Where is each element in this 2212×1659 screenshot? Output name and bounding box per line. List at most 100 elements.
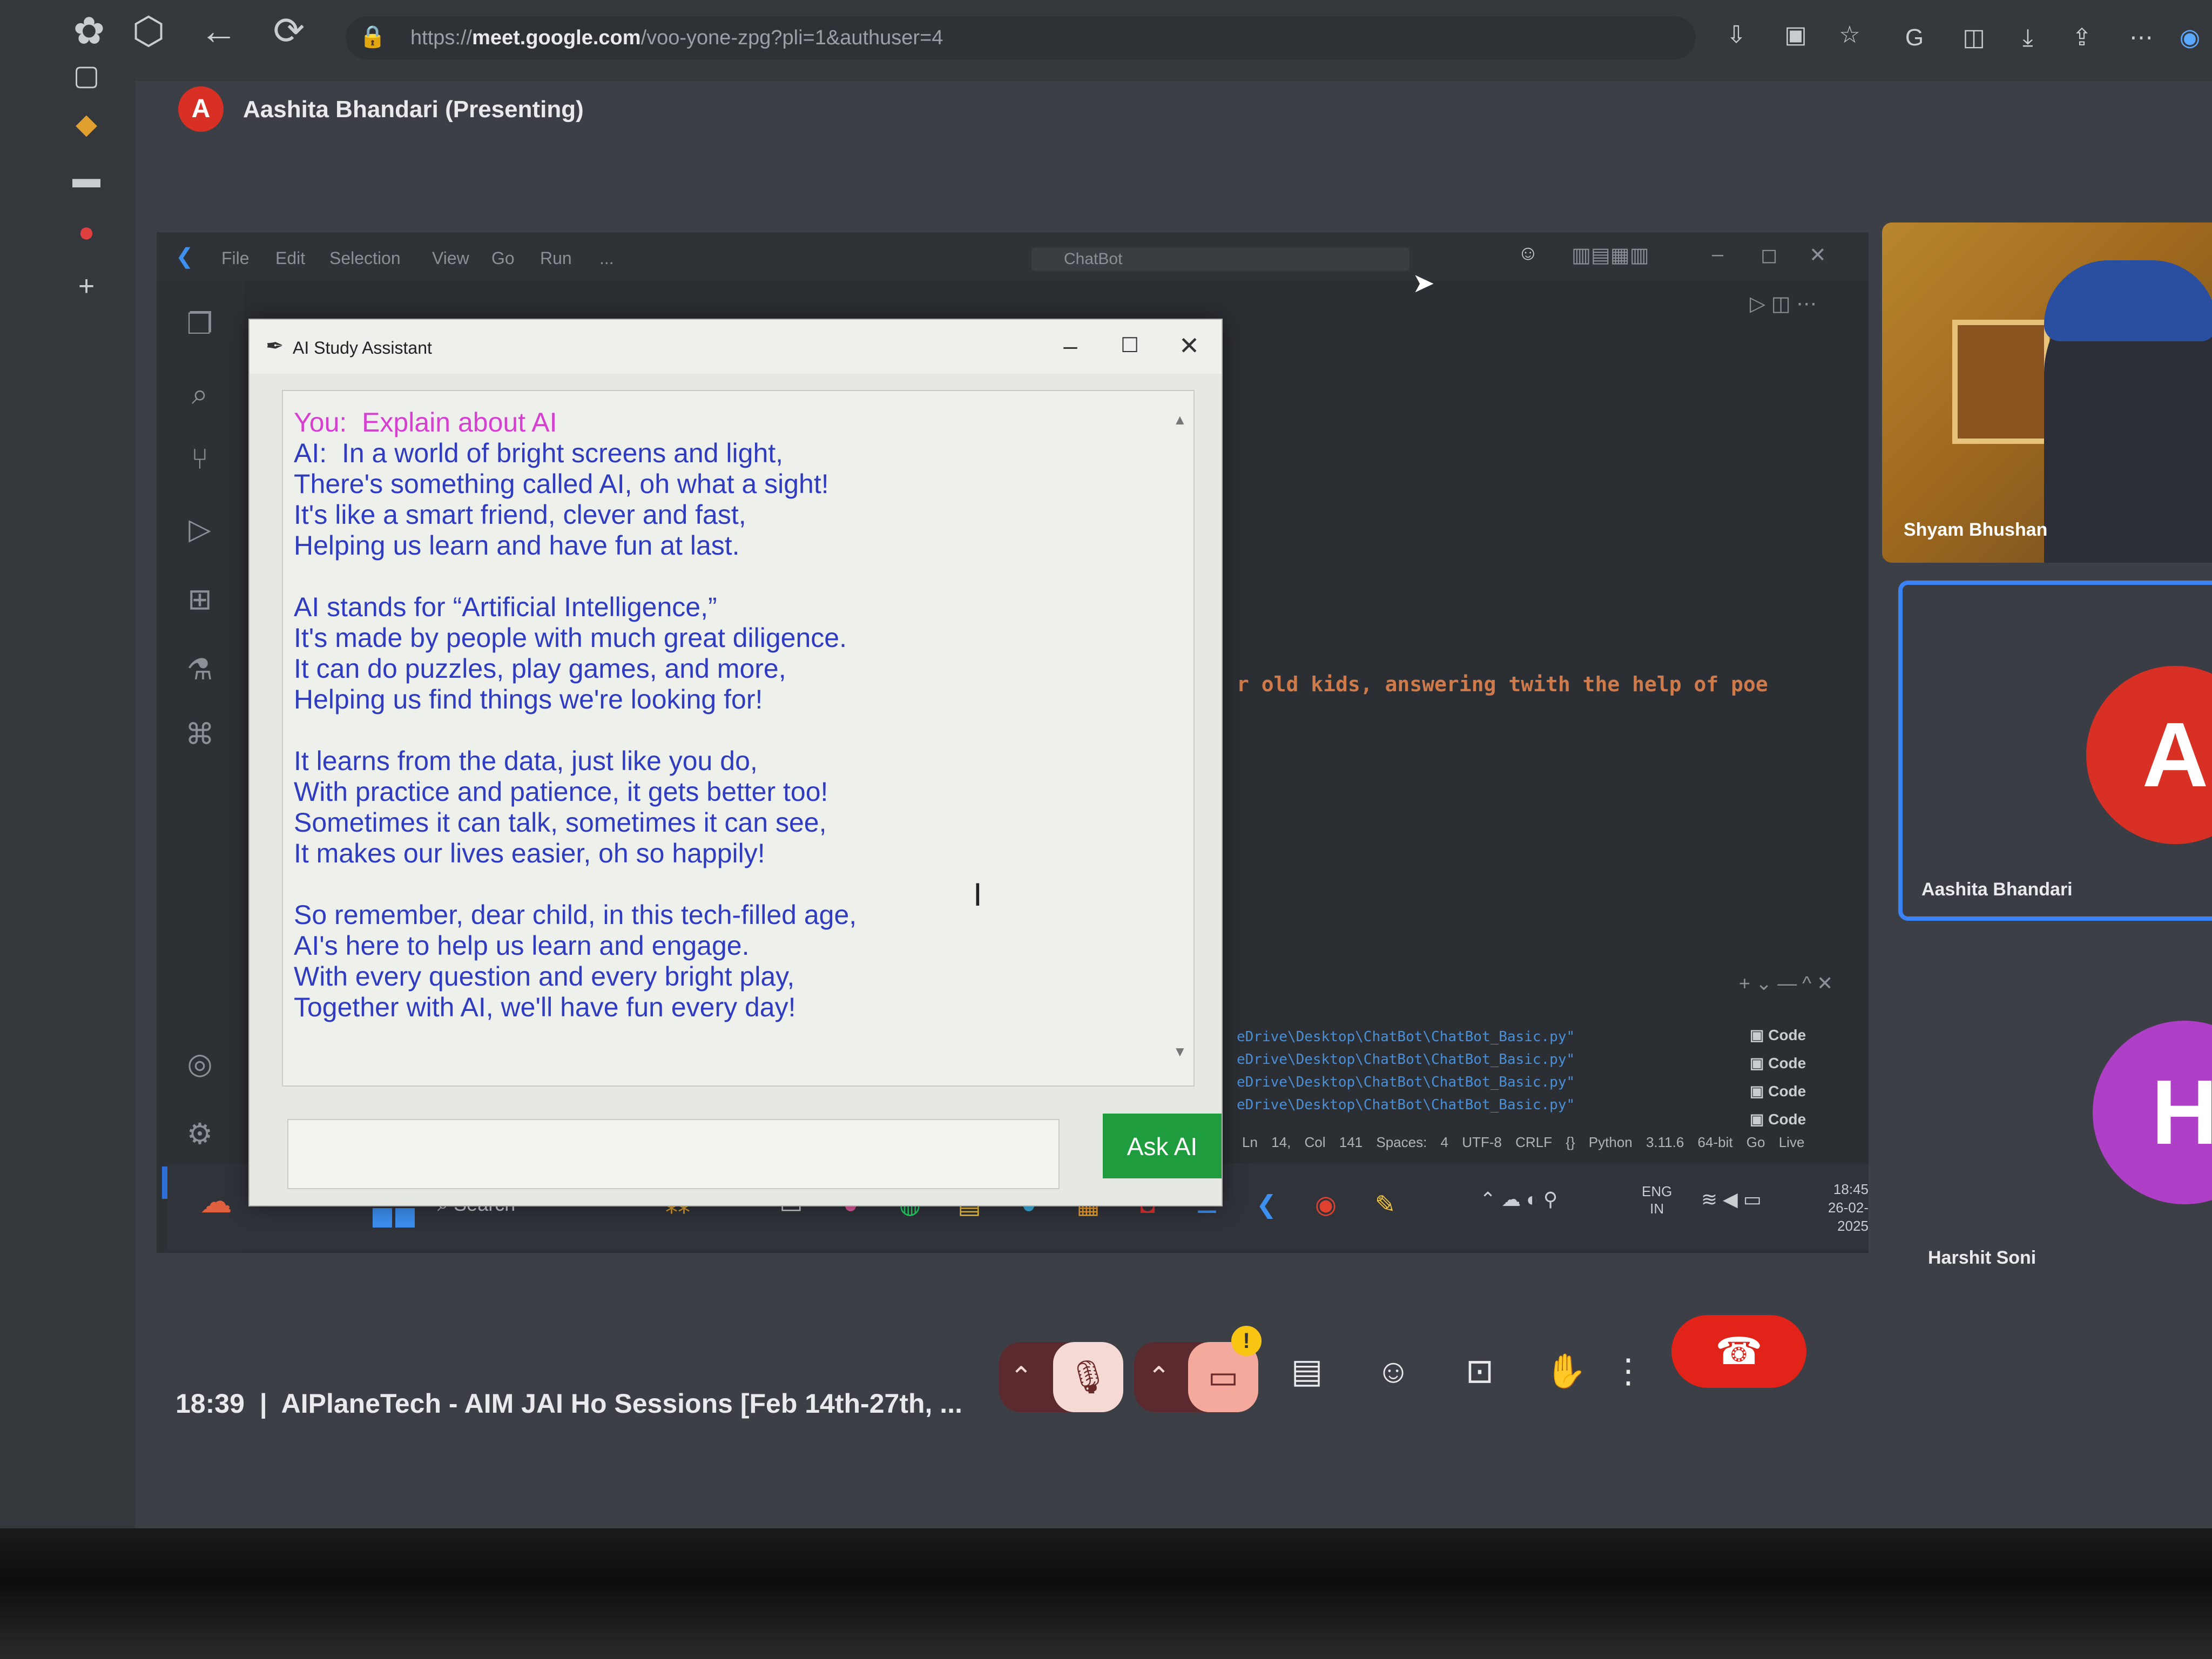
terminal-tab-label: Code — [1768, 1055, 1806, 1071]
taskbar-clock[interactable]: 18:45 26-02-2025 — [1798, 1180, 1869, 1235]
site-info-lock-icon[interactable]: 🔒 — [356, 21, 389, 53]
extension-g-icon[interactable]: G — [1890, 14, 1939, 62]
more-options-icon[interactable]: ⋮ — [1607, 1339, 1650, 1404]
python-icon[interactable]: ⌘ — [178, 713, 221, 756]
run-debug-icon[interactable]: ▷ — [178, 508, 221, 551]
audio-options-chevron-icon[interactable]: ⌃ — [1010, 1361, 1033, 1392]
user-message-text: Explain about AI — [362, 407, 557, 437]
downloads-icon[interactable]: ⤓ — [2004, 14, 2052, 62]
python-icon[interactable]: ✎ — [1366, 1185, 1404, 1223]
poem-line: In a world of bright screens and light, — [341, 438, 784, 468]
vscode-icon[interactable]: ❮ — [1247, 1185, 1285, 1223]
poem-line: Helping us learn and have fun at last. — [294, 530, 740, 561]
participant-avatar[interactable]: H — [2093, 1021, 2212, 1204]
ai-prefix: AI: — [294, 438, 327, 468]
participant-tile-shyam[interactable]: Shyam Bhushan — [1882, 222, 2212, 563]
tab-strip-icon[interactable]: ⬡ — [124, 6, 173, 55]
tray-icons[interactable]: ⌃ ☁ ◐ ⚲ — [1480, 1188, 1557, 1211]
present-screen-icon[interactable]: ⊡ — [1447, 1339, 1512, 1404]
menu-run[interactable]: Run — [540, 248, 572, 268]
poem-line: It makes our lives easier, oh so happily… — [294, 838, 765, 868]
app-shortcut-icon[interactable]: ◆ — [65, 103, 108, 146]
extensions-icon[interactable]: ✿ — [65, 6, 113, 55]
account-icon[interactable]: ◎ — [178, 1042, 221, 1085]
participant-avatar: A — [2086, 666, 2212, 844]
menu-view[interactable]: View — [432, 248, 469, 268]
poem-line: There's something called AI, oh what a s… — [294, 469, 829, 499]
menu-selection[interactable]: Selection — [329, 248, 401, 268]
close-button[interactable]: ✕ — [1168, 329, 1211, 362]
meeting-time: 18:39 — [176, 1388, 245, 1419]
record-icon[interactable]: ● — [65, 211, 108, 254]
vscode-logo-icon: ❮ — [176, 245, 194, 268]
emoji-reactions-icon[interactable]: ☺ — [1361, 1339, 1426, 1404]
menu-more[interactable]: ... — [599, 248, 614, 268]
widgets-icon[interactable]: ☁ — [200, 1183, 232, 1220]
close-icon[interactable]: ✕ — [1809, 243, 1826, 267]
raise-hand-icon[interactable]: ✋ — [1534, 1339, 1599, 1404]
vscode-status-bar[interactable]: Ln 14, Col 141 Spaces: 4 UTF-8 CRLF {} P… — [1242, 1134, 1804, 1166]
browser-toolbar: ✿ ⬡ ← ⟳ https://meet.google.com/voo-yone… — [0, 0, 2212, 81]
warning-badge-icon: ! — [1231, 1326, 1262, 1356]
minimize-icon[interactable]: – — [1712, 243, 1723, 266]
terminal-line: eDrive\Desktop\ChatBot\ChatBot_Basic.py" — [1237, 1051, 1575, 1068]
menu-go[interactable]: Go — [491, 248, 515, 268]
add-icon[interactable]: + — [65, 265, 108, 308]
more-menu-icon[interactable]: ⋯ — [2117, 14, 2166, 62]
clock-time: 18:45 — [1833, 1181, 1869, 1197]
testing-icon[interactable]: ⚗ — [178, 648, 221, 691]
network-volume-battery-icons[interactable]: ≋ ◀ ▭ — [1701, 1188, 1762, 1211]
share-icon[interactable]: ⇪ — [2058, 14, 2106, 62]
restore-icon[interactable]: ◻ — [1761, 243, 1778, 267]
reload-icon[interactable]: ⟳ — [265, 6, 313, 55]
participant-tile-aashita[interactable]: A Aashita Bhandari — [1898, 581, 2212, 921]
language-indicator[interactable]: ENG IN — [1642, 1183, 1672, 1217]
run-file-icon[interactable]: ▷ ◫ ⋯ — [1750, 292, 1817, 316]
leave-call-button[interactable]: ☎ — [1671, 1315, 1806, 1388]
scroll-up-arrow-icon[interactable]: ▲ — [1173, 412, 1187, 428]
terminal-tab[interactable]: ▣ Code — [1750, 1110, 1806, 1128]
terminal-tab[interactable]: ▣ Code — [1750, 1082, 1806, 1100]
search-icon[interactable]: ⌕ — [178, 373, 221, 416]
bookmark-star-icon[interactable]: ☆ — [1825, 11, 1874, 59]
url-prefix: https:// — [410, 26, 473, 49]
split-view-icon[interactable]: ◫ — [1950, 14, 1998, 62]
command-center-search[interactable]: ChatBot — [1031, 247, 1410, 271]
minimize-button[interactable]: – — [1049, 329, 1092, 362]
question-input[interactable] — [287, 1119, 1060, 1189]
ask-ai-button[interactable]: Ask AI — [1103, 1114, 1222, 1178]
vscode-titlebar: ❮ File Edit Selection View Go Run ... Ch… — [157, 232, 1869, 281]
layout-toggle-icon[interactable]: ▥▤▦▥ — [1572, 243, 1649, 267]
terminal-actions[interactable]: + ⌄ — ^ ✕ — [1739, 972, 1833, 995]
source-control-icon[interactable]: ⑂ — [178, 437, 221, 481]
cast-icon[interactable]: ▣ — [1771, 11, 1820, 59]
scroll-down-arrow-icon[interactable]: ▼ — [1173, 1043, 1187, 1060]
browser-sidebar: ▢ ◆ ▬ ● + — [0, 54, 135, 1539]
poem-line: With practice and patience, it gets bett… — [294, 777, 828, 807]
window-titlebar[interactable]: ✒ AI Study Assistant – ☐ ✕ — [249, 320, 1222, 374]
video-options-chevron-icon[interactable]: ⌃ — [1148, 1361, 1170, 1392]
address-bar[interactable]: https://meet.google.com/voo-yone-zpg?pli… — [346, 16, 1696, 59]
user-prefix: You: — [294, 407, 347, 437]
explorer-icon[interactable]: ❐ — [178, 302, 221, 346]
chrome-icon[interactable]: ◉ — [1307, 1185, 1345, 1223]
terminal-tab[interactable]: ▣ Code — [1750, 1054, 1806, 1072]
poem-line: It's like a smart friend, clever and fas… — [294, 500, 746, 530]
captions-icon[interactable]: ▤ — [1274, 1339, 1339, 1404]
extensions-icon[interactable]: ⊞ — [178, 578, 221, 621]
maximize-button[interactable]: ☐ — [1108, 329, 1151, 362]
copilot-icon[interactable]: ◉ — [2166, 14, 2212, 62]
microphone-muted-button[interactable]: 🎙 — [1053, 1342, 1123, 1412]
menu-file[interactable]: File — [221, 248, 249, 268]
back-arrow-icon[interactable]: ← — [194, 6, 243, 55]
copilot-icon[interactable]: ☺ — [1518, 242, 1539, 265]
code-comment-line: r old kids, answering twith the help of … — [1237, 672, 1768, 696]
shortcut-icon[interactable]: ▬ — [65, 157, 108, 200]
ai-response-line: AI: In a world of bright screens and lig… — [294, 438, 1183, 469]
tabs-panel-icon[interactable]: ▢ — [65, 54, 108, 97]
menu-edit[interactable]: Edit — [275, 248, 305, 268]
chat-transcript[interactable]: You: Explain about AI AI: In a world of … — [282, 390, 1195, 1087]
terminal-tab[interactable]: ▣ Code — [1750, 1026, 1806, 1044]
download-icon[interactable]: ⇩ — [1712, 11, 1761, 59]
settings-gear-icon[interactable]: ⚙ — [178, 1112, 221, 1156]
